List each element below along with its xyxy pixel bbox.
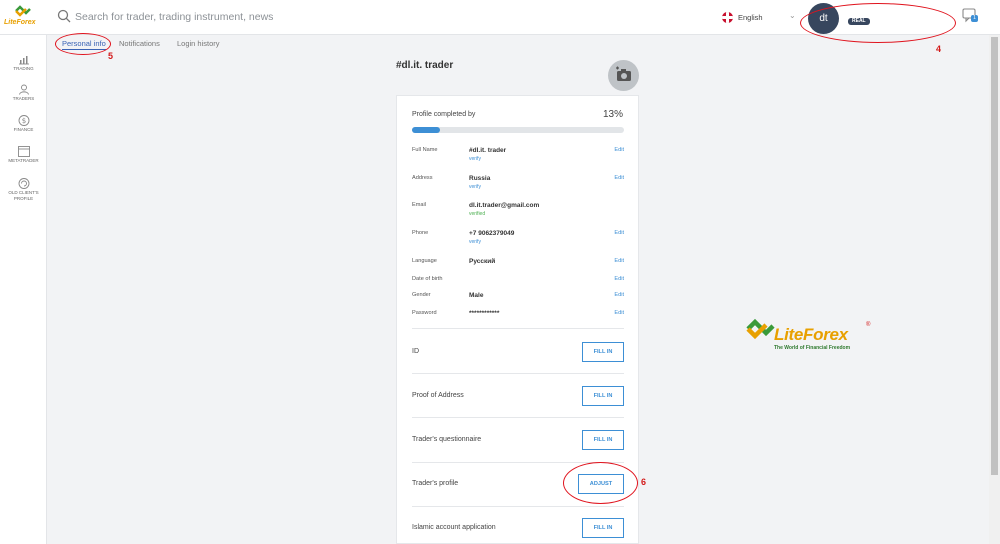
field-gender: Gender Male Edit: [412, 292, 624, 312]
annotation-marker-6: 6: [641, 477, 647, 487]
verify-link[interactable]: verify: [469, 184, 481, 190]
document-row-islamic-account: Islamic account application FILL IN: [412, 518, 624, 538]
sidebar-item-traders[interactable]: TRADERS: [0, 84, 47, 102]
traders-icon: [18, 84, 29, 95]
field-label: Password: [412, 310, 437, 316]
search-input[interactable]: [75, 8, 675, 26]
watermark-tagline: The World of Financial Freedom: [774, 345, 851, 351]
field-label: Date of birth: [412, 276, 443, 282]
logo-text: LiteForex: [4, 19, 36, 26]
field-label: Language: [412, 258, 437, 264]
sidebar-item-trading[interactable]: TRADING: [0, 54, 47, 72]
field-label: Address: [412, 175, 433, 181]
field-label: Phone: [412, 230, 429, 236]
refresh-icon: [18, 178, 29, 189]
page-title: #dl.it. trader: [396, 60, 454, 71]
edit-link[interactable]: Edit: [614, 310, 624, 316]
divider: [412, 506, 624, 507]
field-label: Gender: [412, 292, 431, 298]
profile-progress-fill: [412, 127, 440, 133]
verify-link[interactable]: verify: [469, 239, 481, 245]
document-label: Islamic account application: [412, 524, 496, 531]
liteforex-logo-icon: [746, 318, 775, 340]
scrollbar-thumb[interactable]: [991, 37, 998, 475]
logo[interactable]: LiteForex: [0, 0, 47, 35]
sidebar-item-old-clients-profile[interactable]: OLD CLIENT'S PROFILE: [0, 178, 47, 201]
profile-progress-bar: [412, 127, 624, 133]
sidebar: TRADING TRADERS $ FINANCE METATRADER OLD…: [0, 35, 47, 544]
tab-login-history[interactable]: Login history: [177, 39, 220, 48]
edit-link[interactable]: Edit: [614, 175, 624, 181]
annotation-ring-adjust: [563, 462, 638, 504]
annotation-ring-tab: [55, 33, 111, 55]
tab-notifications[interactable]: Notifications: [119, 39, 160, 48]
document-label: ID: [412, 348, 419, 355]
divider: [412, 328, 624, 329]
notification-count: 1: [971, 15, 978, 22]
sidebar-item-label: METATRADER: [8, 158, 39, 163]
field-value: +7 9062379049: [469, 230, 515, 237]
document-row-proof-of-address: Proof of Address FILL IN: [412, 386, 624, 406]
logo-icon: [15, 5, 31, 17]
sidebar-item-finance[interactable]: $ FINANCE: [0, 115, 47, 133]
window-icon: [17, 146, 30, 157]
annotation-ring-avatar: [800, 3, 956, 43]
edit-link[interactable]: Edit: [614, 230, 624, 236]
field-value: dl.it.trader@gmail.com: [469, 202, 540, 209]
field-email: Email dl.it.trader@gmail.com verified: [412, 202, 624, 222]
document-label: Trader's questionnaire: [412, 436, 482, 443]
field-value: Male: [469, 292, 484, 299]
sidebar-item-label: TRADING: [13, 66, 34, 71]
svg-text:$: $: [21, 117, 25, 125]
edit-link[interactable]: Edit: [614, 147, 624, 153]
document-row-id: ID FILL IN: [412, 342, 624, 362]
fill-in-proof-of-address-button[interactable]: FILL IN: [582, 386, 624, 406]
language-selector[interactable]: English: [722, 10, 763, 24]
document-row-questionnaire: Trader's questionnaire FILL IN: [412, 430, 624, 450]
edit-link[interactable]: Edit: [614, 258, 624, 264]
field-value: Russia: [469, 175, 491, 182]
watermark-brand: LiteForex: [774, 325, 848, 344]
sidebar-item-label: FINANCE: [13, 127, 34, 132]
annotation-marker-5: 5: [108, 51, 114, 61]
uk-flag-icon: [722, 11, 733, 23]
search-icon: [57, 9, 71, 23]
field-value: Русский: [469, 258, 496, 265]
verified-status: verified: [469, 211, 486, 217]
field-password: Password ************ Edit: [412, 310, 624, 330]
document-label: Trader's profile: [412, 480, 459, 487]
liteforex-watermark: LiteForex ® The World of Financial Freed…: [746, 314, 876, 354]
sidebar-item-label: OLD CLIENT'S PROFILE: [8, 190, 39, 201]
document-label: Proof of Address: [412, 392, 464, 399]
field-language: Language Русский Edit: [412, 258, 624, 278]
edit-link[interactable]: Edit: [614, 292, 624, 298]
dollar-icon: $: [18, 115, 29, 126]
chart-icon: [18, 56, 29, 65]
sidebar-item-metatrader[interactable]: METATRADER: [0, 146, 47, 164]
field-phone: Phone +7 9062379049 verify Edit: [412, 230, 624, 250]
divider: [412, 417, 624, 418]
annotation-marker-4: 4: [936, 44, 942, 54]
chevron-down-icon[interactable]: ⌄: [789, 11, 796, 20]
fill-in-id-button[interactable]: FILL IN: [582, 342, 624, 362]
profile-completed-percent: 13%: [602, 109, 623, 120]
fill-in-questionnaire-button[interactable]: FILL IN: [582, 430, 624, 450]
registered-mark: ®: [866, 322, 871, 328]
verify-link[interactable]: verify: [469, 156, 481, 162]
field-label: Email: [412, 202, 426, 208]
fill-in-islamic-account-button[interactable]: FILL IN: [582, 518, 624, 538]
field-address: Address Russia verify Edit: [412, 175, 624, 195]
field-value: #dl.it. trader: [469, 147, 507, 154]
profile-completed-label: Profile completed by: [412, 111, 476, 118]
upload-photo-button[interactable]: [608, 60, 639, 91]
field-full-name: Full Name #dl.it. trader verify Edit: [412, 147, 624, 167]
language-label: English: [738, 12, 763, 22]
field-value: ************: [469, 310, 500, 317]
camera-icon: [616, 66, 631, 81]
edit-link[interactable]: Edit: [614, 276, 624, 282]
sidebar-item-label: TRADERS: [12, 96, 35, 101]
divider: [412, 373, 624, 374]
field-label: Full Name: [412, 147, 438, 153]
